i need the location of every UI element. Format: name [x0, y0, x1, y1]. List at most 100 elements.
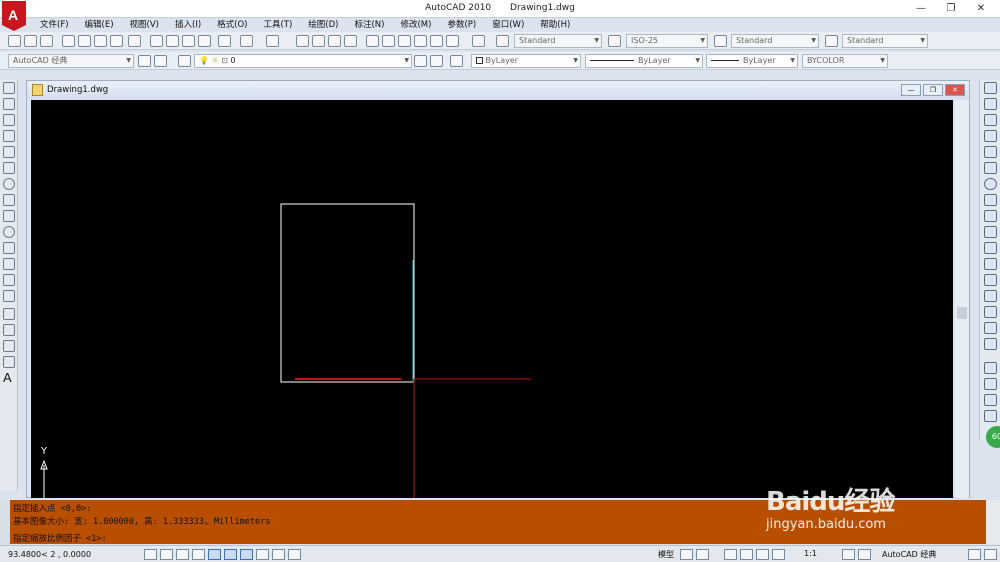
polar-icon[interactable] — [192, 549, 205, 560]
workspace-settings-icon[interactable] — [138, 55, 151, 67]
layout-icon[interactable] — [680, 549, 693, 560]
design-center-icon[interactable] — [382, 35, 395, 47]
restore-button[interactable]: ❐ — [936, 1, 966, 16]
clean-screen-icon[interactable] — [984, 549, 997, 560]
menu-parametric[interactable]: 参数(P) — [447, 18, 476, 32]
dim-style-icon[interactable] — [608, 35, 621, 47]
pan-icon[interactable] — [296, 35, 309, 47]
drawing-restore-button[interactable]: ❐ — [923, 84, 943, 96]
new-icon[interactable] — [8, 35, 21, 47]
drawing-canvas[interactable]: Y — [31, 100, 953, 498]
menu-dimension[interactable]: 标注(N) — [354, 18, 384, 32]
ducs-icon[interactable] — [240, 549, 253, 560]
model-tab[interactable]: 模型 — [658, 549, 674, 560]
offset-icon[interactable] — [984, 130, 997, 142]
block-editor-icon[interactable] — [218, 35, 231, 47]
otrack-icon[interactable] — [224, 549, 237, 560]
move-icon[interactable] — [984, 162, 997, 174]
bring-above-icon[interactable] — [984, 410, 997, 422]
construction-line-icon[interactable] — [3, 98, 15, 110]
print-icon[interactable] — [62, 35, 75, 47]
copy-object-icon[interactable] — [984, 98, 997, 110]
zoom-previous-icon[interactable] — [344, 35, 357, 47]
vertical-scrollbar[interactable] — [955, 100, 969, 498]
zoom-status-icon[interactable] — [740, 549, 753, 560]
dim-style-select[interactable]: ISO-25 — [626, 34, 708, 48]
steering-wheel-icon[interactable] — [756, 549, 769, 560]
sheet-set-icon[interactable] — [414, 35, 427, 47]
quick-view-icon[interactable] — [696, 549, 709, 560]
gradient-icon[interactable] — [3, 324, 15, 336]
menu-insert[interactable]: 插入(I) — [175, 18, 201, 32]
plot-preview-icon[interactable] — [78, 35, 91, 47]
layer-manager-icon[interactable] — [178, 55, 191, 67]
menu-view[interactable]: 视图(V) — [130, 18, 159, 32]
line-icon[interactable] — [3, 82, 15, 94]
grid-icon[interactable] — [160, 549, 173, 560]
break-at-point-icon[interactable] — [984, 258, 997, 270]
pan-status-icon[interactable] — [724, 549, 737, 560]
layer-previous-icon[interactable] — [430, 55, 443, 67]
match-properties-icon[interactable] — [198, 35, 211, 47]
copy-icon[interactable] — [166, 35, 179, 47]
image-frame[interactable] — [280, 203, 415, 383]
annotation-visibility-icon[interactable] — [842, 549, 855, 560]
point-icon[interactable] — [3, 290, 15, 302]
auto-scale-icon[interactable] — [858, 549, 871, 560]
extend-icon[interactable] — [984, 242, 997, 254]
multileader-style-select[interactable]: Standard — [842, 34, 928, 48]
revision-cloud-icon[interactable] — [3, 194, 15, 206]
save-icon[interactable] — [40, 35, 53, 47]
snap-mode-icon[interactable] — [144, 549, 157, 560]
multiline-text-icon[interactable]: A — [3, 370, 12, 385]
mirror-icon[interactable] — [984, 114, 997, 126]
tool-palettes-icon[interactable] — [398, 35, 411, 47]
zoom-window-icon[interactable] — [328, 35, 341, 47]
publish-icon[interactable] — [94, 35, 107, 47]
drawing-minimize-button[interactable]: — — [901, 84, 921, 96]
progress-badge[interactable]: 60 — [986, 426, 1000, 448]
explode-icon[interactable] — [984, 338, 997, 350]
spline-icon[interactable] — [3, 210, 15, 222]
menu-tools[interactable]: 工具(T) — [263, 18, 292, 32]
menu-file[interactable]: 文件(F) — [40, 18, 69, 32]
text-style-select[interactable]: Standard — [514, 34, 602, 48]
table-style-select[interactable]: Standard — [731, 34, 819, 48]
customize-icon[interactable] — [154, 55, 167, 67]
array-icon[interactable] — [984, 146, 997, 158]
coordinate-readout[interactable]: 93.4800< 2 , 0.0000 — [8, 550, 91, 559]
chamfer-icon[interactable] — [984, 306, 997, 318]
multileader-style-icon[interactable] — [825, 35, 838, 47]
polyline-icon[interactable] — [3, 114, 15, 126]
3d-dwf-icon[interactable] — [110, 35, 123, 47]
polygon-icon[interactable] — [3, 130, 15, 142]
showmotion-icon[interactable] — [772, 549, 785, 560]
properties-icon[interactable] — [366, 35, 379, 47]
draw-order-icon[interactable] — [984, 362, 997, 374]
lineweight-toggle-icon[interactable] — [272, 549, 285, 560]
close-button[interactable]: ✕ — [966, 1, 996, 16]
lineweight-select[interactable]: ByLayer — [706, 54, 798, 68]
region-icon[interactable] — [3, 340, 15, 352]
osnap-icon[interactable] — [208, 549, 221, 560]
rotate-icon[interactable] — [984, 178, 997, 190]
rectangle-icon[interactable] — [3, 146, 15, 158]
menu-window[interactable]: 窗口(W) — [492, 18, 524, 32]
layer-state-icon[interactable] — [450, 55, 463, 67]
undo-icon[interactable] — [240, 35, 253, 47]
markup-icon[interactable] — [430, 35, 443, 47]
dyn-icon[interactable] — [256, 549, 269, 560]
zoom-realtime-icon[interactable] — [312, 35, 325, 47]
scale-icon[interactable] — [984, 194, 997, 206]
scissors-icon[interactable] — [150, 35, 163, 47]
minimize-button[interactable]: — — [906, 1, 936, 16]
bring-front-icon[interactable] — [984, 378, 997, 390]
menu-edit[interactable]: 编辑(E) — [85, 18, 114, 32]
break-icon[interactable] — [984, 274, 997, 286]
open-icon[interactable] — [24, 35, 37, 47]
ellipse-arc-icon[interactable] — [3, 242, 15, 254]
menu-format[interactable]: 格式(O) — [217, 18, 247, 32]
command-window-handle[interactable] — [0, 500, 10, 544]
command-scrollbar[interactable] — [986, 500, 1000, 544]
trim-icon[interactable] — [984, 226, 997, 238]
